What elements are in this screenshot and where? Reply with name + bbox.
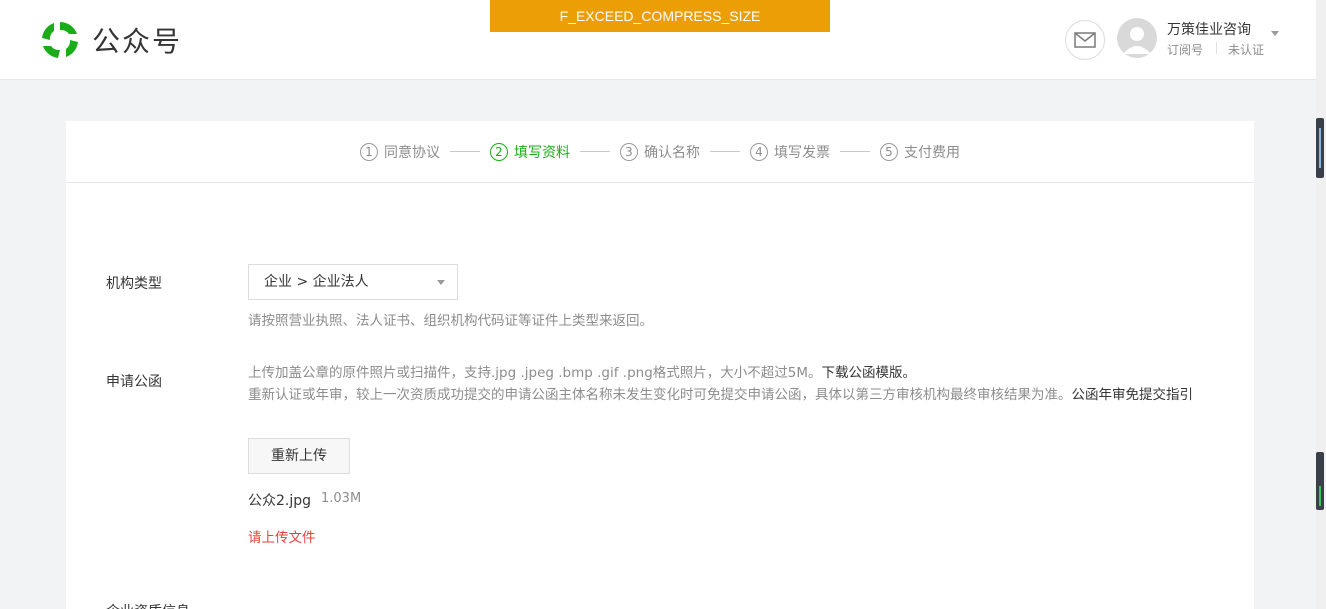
step-number: 1	[360, 143, 378, 161]
step-number: 5	[880, 143, 898, 161]
account-divider	[1216, 42, 1217, 54]
mail-button[interactable]	[1065, 20, 1105, 60]
scrollbar-thumb-lower[interactable]	[1316, 452, 1324, 510]
step-progress: 1 同意协议 2 填写资料 3 确认名称 4 填写发票 5 支付费用	[66, 121, 1254, 183]
step-1: 1 同意协议	[360, 142, 440, 162]
step-connector	[710, 151, 740, 152]
error-banner: F_EXCEED_COMPRESS_SIZE	[490, 0, 830, 32]
letter-hint: 上传加盖公章的原件照片或扫描件，支持.jpg .jpeg .bmp .gif .…	[248, 362, 1218, 406]
uploaded-file-size: 1.03M	[321, 491, 362, 506]
step-label: 支付费用	[904, 145, 960, 161]
org-type-label: 机构类型	[106, 276, 162, 292]
step-5: 5 支付费用	[880, 142, 960, 162]
step-3: 3 确认名称	[620, 142, 700, 162]
letter-hint-text-2: 重新认证或年审，较上一次资质成功提交的申请公函主体名称未发生变化时可免提交申请公…	[248, 387, 1072, 403]
qualification-section-label: 企业资质信息	[106, 601, 190, 609]
letter-label: 申请公函	[106, 374, 162, 390]
org-type-select[interactable]: 企业 > 企业法人	[248, 264, 458, 300]
org-type-hint: 请按照营业执照、法人证书、组织机构代码证等证件上类型来返回。	[248, 313, 653, 329]
step-label: 确认名称	[644, 145, 700, 161]
letter-hint-line-2: 重新认证或年审，较上一次资质成功提交的申请公函主体名称未发生变化时可免提交申请公…	[248, 384, 1218, 406]
uploaded-file-name: 公众2.jpg	[248, 493, 312, 509]
chevron-down-icon	[437, 280, 445, 285]
main-card: 1 同意协议 2 填写资料 3 确认名称 4 填写发票 5 支付费用 机构类型 …	[66, 121, 1254, 609]
step-number: 3	[620, 143, 638, 161]
account-name[interactable]: 万策佳业咨询	[1167, 19, 1251, 39]
top-navigation-bar: 公众号 F_EXCEED_COMPRESS_SIZE 万策佳业咨询 订阅号 未认…	[0, 0, 1316, 80]
step-label: 填写发票	[774, 145, 830, 161]
exemption-guide-link[interactable]: 公函年审免提交指引	[1072, 387, 1194, 403]
step-connector	[580, 151, 610, 152]
download-template-link[interactable]: 下载公函模版。	[822, 365, 917, 381]
wechat-mp-logo-icon	[42, 21, 78, 58]
account-dropdown-caret-icon[interactable]	[1271, 31, 1279, 36]
step-number: 4	[750, 143, 768, 161]
mail-icon	[1074, 32, 1096, 48]
step-connector	[840, 151, 870, 152]
logo[interactable]: 公众号	[38, 18, 182, 62]
step-label: 填写资料	[514, 145, 570, 161]
step-4: 4 填写发票	[750, 142, 830, 162]
logo-text: 公众号	[92, 25, 183, 58]
step-connector	[450, 151, 480, 152]
letter-hint-line-1: 上传加盖公章的原件照片或扫描件，支持.jpg .jpeg .bmp .gif .…	[248, 362, 1218, 384]
account-status: 未认证	[1228, 43, 1265, 57]
step-number: 2	[490, 143, 508, 161]
step-2: 2 填写资料	[490, 142, 570, 162]
letter-hint-text-1: 上传加盖公章的原件照片或扫描件，支持.jpg .jpeg .bmp .gif .…	[248, 365, 822, 381]
page-scrollbar[interactable]	[1316, 0, 1326, 609]
account-type: 订阅号	[1167, 43, 1204, 57]
step-label: 同意协议	[384, 145, 440, 161]
reupload-button[interactable]: 重新上传	[248, 438, 350, 474]
org-type-selected-value: 企业 > 企业法人	[264, 274, 369, 290]
scrollbar-thumb-upper[interactable]	[1316, 118, 1324, 178]
upload-error-message: 请上传文件	[248, 530, 316, 546]
user-avatar-icon	[1123, 27, 1151, 54]
avatar[interactable]	[1117, 18, 1157, 58]
